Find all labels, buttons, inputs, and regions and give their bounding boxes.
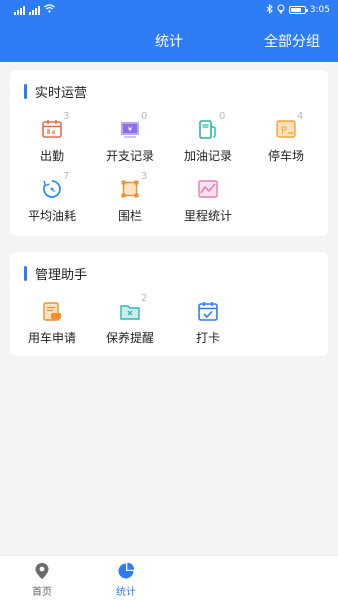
item-count: 3 bbox=[63, 111, 70, 122]
status-bar: 3:05 bbox=[0, 0, 338, 20]
expense-icon: ¥ bbox=[121, 122, 139, 138]
attendance-item[interactable]: 3 出勤 bbox=[14, 111, 90, 172]
attendance-icon bbox=[42, 120, 62, 138]
nav-bar: 统计 全部分组 bbox=[0, 22, 338, 58]
item-count: 0 bbox=[141, 111, 148, 122]
item-label: 停车场 bbox=[267, 149, 304, 163]
location-icon bbox=[277, 4, 285, 17]
status-right: 3:05 bbox=[266, 3, 330, 17]
status-left bbox=[14, 4, 55, 16]
item-label: 保养提醒 bbox=[105, 331, 154, 345]
maintenance-item[interactable]: 2 保养提醒 bbox=[92, 293, 168, 354]
fuel-record-item[interactable]: 0 加油记录 bbox=[170, 111, 246, 172]
checkin-icon bbox=[198, 302, 218, 321]
card-header: 实时运营 bbox=[24, 82, 87, 101]
title-accent-bar bbox=[24, 84, 27, 99]
item-count: 3 bbox=[141, 171, 148, 182]
pie-chart-icon bbox=[118, 562, 135, 579]
card-header: 管理助手 bbox=[24, 264, 87, 283]
mileage-item[interactable]: 里程统计 bbox=[170, 178, 246, 232]
battery-icon bbox=[288, 6, 308, 14]
item-label: 里程统计 bbox=[183, 209, 232, 223]
expense-item[interactable]: ¥ 0 开支记录 bbox=[92, 111, 168, 172]
item-label: 平均油耗 bbox=[27, 209, 76, 223]
bottom-tab-bar: 首页 统计 bbox=[0, 555, 338, 600]
checkin-item[interactable]: 打卡 bbox=[170, 300, 246, 354]
avg-fuel-icon bbox=[43, 180, 61, 198]
item-label: 打卡 bbox=[195, 331, 220, 345]
avg-fuel-item[interactable]: 7 平均油耗 bbox=[14, 171, 90, 232]
status-time: 3:05 bbox=[309, 5, 330, 15]
fuel-icon bbox=[199, 120, 216, 139]
location-pin-icon bbox=[35, 563, 49, 579]
wifi-icon bbox=[44, 4, 55, 16]
car-request-item[interactable]: 用车申请 bbox=[14, 300, 90, 354]
mileage-icon bbox=[198, 180, 218, 198]
svg-text:¥: ¥ bbox=[128, 126, 133, 134]
signal-icon bbox=[14, 5, 25, 15]
item-count: 2 bbox=[141, 293, 148, 304]
title-accent-bar bbox=[24, 266, 27, 281]
item-label: 用车申请 bbox=[27, 331, 76, 345]
section-title: 实时运营 bbox=[35, 86, 88, 101]
app-header: 3:05 统计 全部分组 bbox=[0, 0, 338, 62]
item-label: 出勤 bbox=[39, 149, 64, 163]
realtime-ops-card: 实时运营 3 出勤 ¥ 0 开支记录 0 加油记录 P 4 停车场 7 平均油耗… bbox=[10, 70, 328, 236]
all-groups-button[interactable]: 全部分组 bbox=[264, 31, 320, 51]
parking-icon: P bbox=[276, 120, 296, 138]
fence-item[interactable]: 3 围栏 bbox=[92, 171, 168, 232]
item-label: 加油记录 bbox=[183, 149, 232, 163]
car-request-icon bbox=[43, 302, 61, 321]
item-label: 围栏 bbox=[117, 209, 142, 223]
svg-text:P: P bbox=[281, 126, 287, 137]
item-label: 开支记录 bbox=[105, 149, 154, 163]
assistant-card: 管理助手 用车申请 2 保养提醒 打卡 bbox=[10, 252, 328, 356]
maintenance-icon bbox=[120, 305, 140, 320]
tab-home[interactable]: 首页 bbox=[12, 562, 72, 598]
item-count: 7 bbox=[63, 171, 70, 182]
tab-label: 首页 bbox=[32, 587, 52, 598]
item-count: 4 bbox=[297, 111, 304, 122]
item-count: 0 bbox=[219, 111, 226, 122]
fence-icon bbox=[121, 180, 139, 198]
tab-label: 统计 bbox=[116, 587, 136, 598]
section-title: 管理助手 bbox=[35, 268, 88, 283]
parking-item[interactable]: P 4 停车场 bbox=[248, 111, 324, 172]
signal-icon bbox=[29, 5, 40, 15]
bluetooth-icon bbox=[266, 3, 273, 17]
tab-stats[interactable]: 统计 bbox=[96, 562, 156, 598]
